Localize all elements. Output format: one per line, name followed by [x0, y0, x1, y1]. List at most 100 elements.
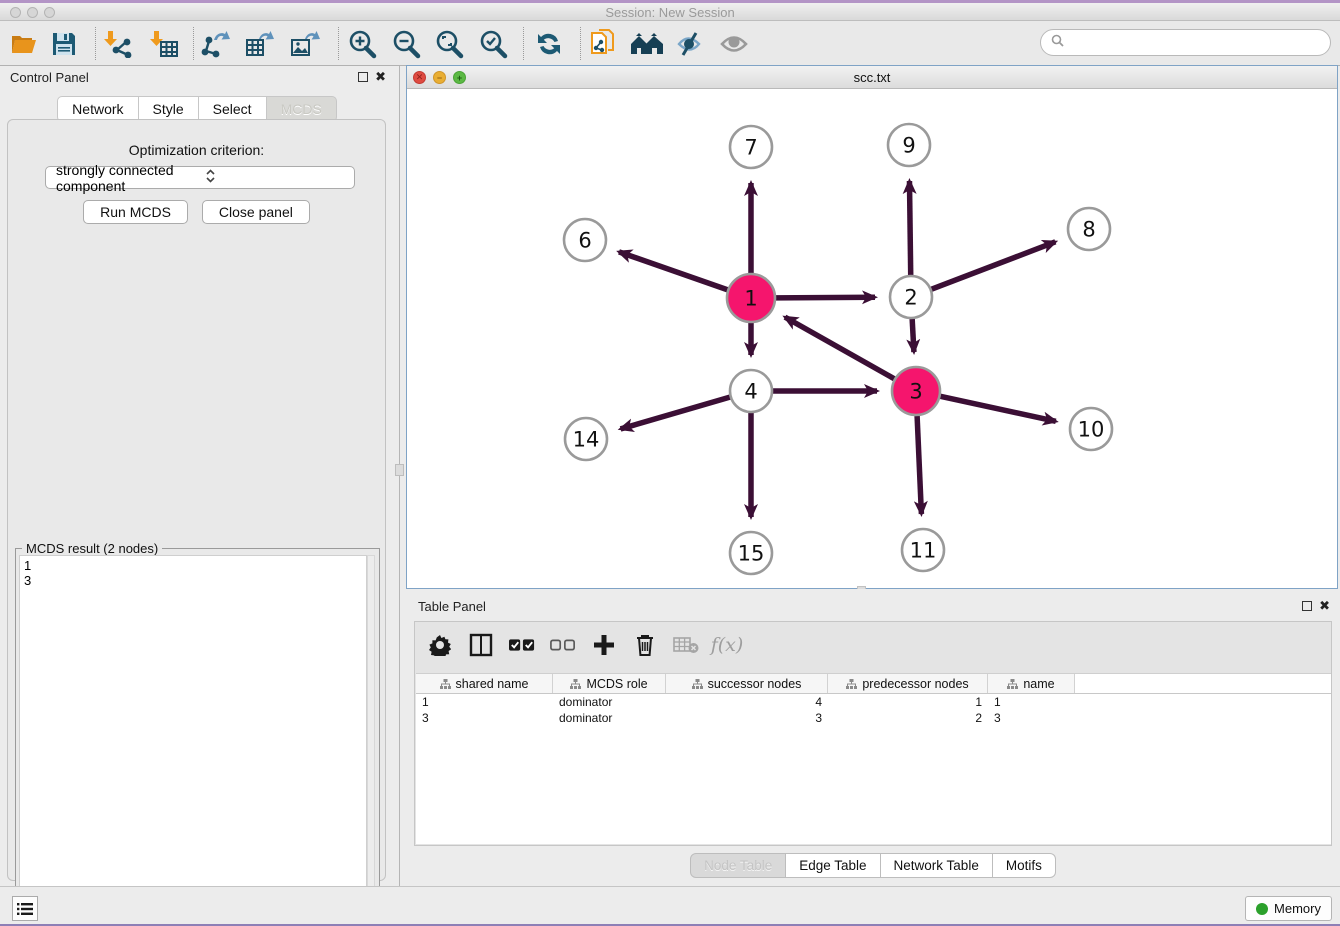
network-canvas[interactable]: 7968124314101511 — [407, 89, 1337, 588]
memory-status-icon — [1256, 903, 1268, 915]
tab-edge-table[interactable]: Edge Table — [786, 853, 880, 878]
control-panel: Control Panel ✖ NetworkStyleSelectMCDS O… — [0, 66, 394, 886]
table-cell[interactable]: 3 — [416, 710, 553, 726]
mcds-result-title: MCDS result (2 nodes) — [22, 541, 162, 556]
open-file-icon[interactable] — [6, 27, 42, 61]
duplicate-network-icon[interactable] — [586, 27, 622, 61]
table-panel-float-icon[interactable] — [1302, 601, 1312, 611]
control-panel-close-icon[interactable]: ✖ — [375, 72, 386, 82]
tab-network-table[interactable]: Network Table — [881, 853, 993, 878]
search-box[interactable] — [1040, 29, 1331, 56]
table-cell[interactable]: 4 — [666, 694, 828, 710]
zoom-selected-icon[interactable] — [475, 27, 511, 61]
show-hide-icon[interactable] — [672, 27, 708, 61]
table-panel: Table Panel ✖ — [406, 589, 1340, 886]
zoom-in-icon[interactable] — [344, 27, 380, 61]
table-row[interactable]: 1dominator411 — [416, 694, 1331, 710]
column-header-MCDS-role[interactable]: MCDS role — [553, 674, 666, 693]
search-icon — [1051, 34, 1064, 52]
mcds-result-group: MCDS result (2 nodes) 1 3 — [15, 548, 380, 926]
table-panel-close-icon[interactable]: ✖ — [1319, 601, 1330, 611]
node-table[interactable]: shared nameMCDS rolesuccessor nodesprede… — [416, 673, 1331, 844]
column-mode-icon[interactable] — [468, 632, 494, 658]
edge-1-6[interactable] — [619, 252, 727, 290]
table-cell[interactable]: dominator — [553, 694, 666, 710]
network-titlebar[interactable]: ✕ − + scc.txt — [407, 66, 1337, 89]
table-cell[interactable]: 3 — [988, 710, 1075, 726]
run-mcds-button[interactable]: Run MCDS — [83, 200, 188, 224]
control-panel-title: Control Panel — [10, 70, 89, 85]
vertical-splitter[interactable] — [394, 66, 406, 886]
export-image-icon[interactable] — [287, 27, 323, 61]
hierarchy-icon — [440, 679, 451, 689]
hierarchy-icon — [1007, 679, 1018, 689]
apply-layout-icon[interactable] — [531, 27, 567, 61]
node-table-container: f(x) shared nameMCDS rolesuccessor nodes… — [414, 621, 1332, 846]
delete-column-icon[interactable] — [632, 632, 658, 658]
control-panel-float-icon[interactable] — [358, 72, 368, 82]
node-label-4: 4 — [744, 380, 757, 404]
table-panel-title: Table Panel — [418, 599, 486, 614]
table-cell[interactable]: dominator — [553, 710, 666, 726]
network-title: scc.txt — [407, 70, 1337, 85]
tab-node-table[interactable]: Node Table — [690, 853, 786, 878]
status-bar: Memory — [0, 886, 1340, 924]
table-panel-tabs: Node TableEdge TableNetwork TableMotifs — [406, 853, 1340, 878]
search-input[interactable] — [1070, 35, 1330, 50]
table-row[interactable]: 3dominator323 — [416, 710, 1331, 726]
optimization-criterion-select[interactable]: strongly connected component — [45, 166, 355, 189]
node-label-2: 2 — [904, 286, 917, 310]
edge-2-8[interactable] — [932, 242, 1056, 289]
export-network-icon[interactable] — [198, 27, 234, 61]
table-cell[interactable]: 3 — [666, 710, 828, 726]
column-header-predecessor-nodes[interactable]: predecessor nodes — [828, 674, 988, 693]
zoom-out-icon[interactable] — [388, 27, 424, 61]
gear-icon[interactable] — [427, 632, 453, 658]
show-columns-icon[interactable] — [509, 632, 535, 658]
window-titlebar: Session: New Session — [0, 3, 1340, 21]
edge-2-9[interactable] — [909, 181, 910, 275]
first-neighbors-icon[interactable] — [629, 27, 665, 61]
column-header-name[interactable]: name — [988, 674, 1075, 693]
window-title: Session: New Session — [0, 5, 1340, 20]
mcds-result-text[interactable]: 1 3 — [19, 555, 367, 919]
tab-motifs[interactable]: Motifs — [993, 853, 1056, 878]
edge-2-3[interactable] — [912, 319, 914, 352]
save-session-icon[interactable] — [46, 27, 82, 61]
edge-3-1[interactable] — [785, 317, 894, 379]
column-header-successor-nodes[interactable]: successor nodes — [666, 674, 828, 693]
task-history-button[interactable] — [12, 896, 38, 921]
column-header-filler — [1075, 674, 1331, 693]
column-header-shared-name[interactable]: shared name — [416, 674, 553, 693]
table-cell[interactable]: 2 — [828, 710, 988, 726]
close-panel-button[interactable]: Close panel — [202, 200, 310, 224]
function-builder-icon: f(x) — [714, 632, 740, 658]
memory-button[interactable]: Memory — [1245, 896, 1332, 921]
chevron-up-down-icon — [196, 169, 354, 186]
table-toolbar: f(x) — [415, 622, 1331, 667]
edge-3-11[interactable] — [917, 416, 921, 514]
splitter-handle[interactable] — [395, 464, 404, 476]
toolbar-separator — [193, 27, 194, 60]
table-cell[interactable]: 1 — [988, 694, 1075, 710]
export-table-icon[interactable] — [242, 27, 278, 61]
node-label-14: 14 — [573, 428, 600, 452]
add-column-icon[interactable] — [591, 632, 617, 658]
node-label-3: 3 — [909, 380, 922, 404]
hide-columns-icon[interactable] — [550, 632, 576, 658]
table-cell[interactable]: 1 — [416, 694, 553, 710]
toolbar-separator — [523, 27, 524, 60]
node-label-9: 9 — [902, 134, 915, 158]
edge-3-10[interactable] — [940, 396, 1055, 421]
import-table-icon[interactable] — [146, 27, 182, 61]
import-network-icon[interactable] — [100, 27, 136, 61]
zoom-fit-icon[interactable] — [431, 27, 467, 61]
edge-4-14[interactable] — [621, 397, 730, 429]
edge-1-2[interactable] — [776, 297, 875, 298]
result-scrollbar[interactable] — [367, 555, 375, 919]
optimization-criterion-value: strongly connected component — [46, 162, 196, 194]
network-view-window: ✕ − + scc.txt 7968124314101511 — [406, 65, 1338, 589]
bird-eye-icon[interactable] — [716, 27, 752, 61]
table-cell[interactable]: 1 — [828, 694, 988, 710]
delete-table-icon — [673, 632, 699, 658]
